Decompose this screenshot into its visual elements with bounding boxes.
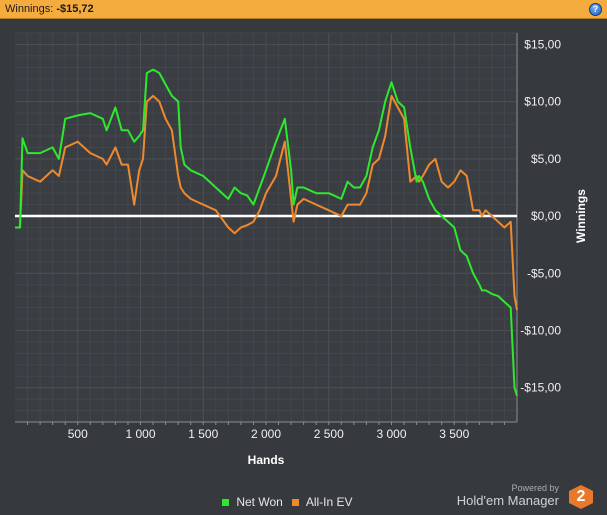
legend-swatch-net-won — [222, 499, 229, 506]
chart-legend: Net Won All-In EV — [222, 495, 359, 509]
x-tick-label: 500 — [68, 427, 88, 441]
x-tick-label: 3 000 — [376, 427, 406, 441]
x-axis-title: Hands — [248, 453, 285, 467]
y-tick-label: $10,00 — [524, 95, 561, 109]
winnings-chart: 500 1 000 1 500 2 000 2 500 3 000 3 500 $15,00 $… — [15, 32, 588, 467]
y-tick-label: $15,00 — [524, 37, 561, 51]
hem-logo-icon: 2 — [569, 485, 593, 509]
y-tick-label: $0,00 — [531, 209, 561, 223]
legend-item-all-in-ev[interactable]: All-In EV — [292, 495, 353, 509]
legend-item-net-won[interactable]: Net Won — [222, 495, 283, 509]
legend-label-net-won: Net Won — [236, 495, 283, 509]
branding: Powered by Hold'em Manager 2 — [456, 483, 599, 513]
x-tick-label: 1 500 — [188, 427, 218, 441]
y-axis-title: Winnings — [574, 189, 588, 243]
x-tick-label: 2 500 — [314, 427, 344, 441]
y-tick-label: $5,00 — [531, 152, 561, 166]
x-tick-label: 2 000 — [251, 427, 281, 441]
y-tick-label: -$5,00 — [527, 266, 561, 280]
brand-name: Hold'em Manager — [456, 493, 559, 508]
x-tick-label: 3 500 — [439, 427, 469, 441]
x-tick-label: 1 000 — [125, 427, 155, 441]
y-tick-label: -$10,00 — [520, 323, 561, 337]
legend-swatch-all-in-ev — [292, 499, 300, 506]
y-tick-label: -$15,00 — [520, 381, 561, 395]
legend-label-all-in-ev: All-In EV — [305, 495, 353, 509]
powered-by-text: Powered by — [511, 483, 559, 493]
